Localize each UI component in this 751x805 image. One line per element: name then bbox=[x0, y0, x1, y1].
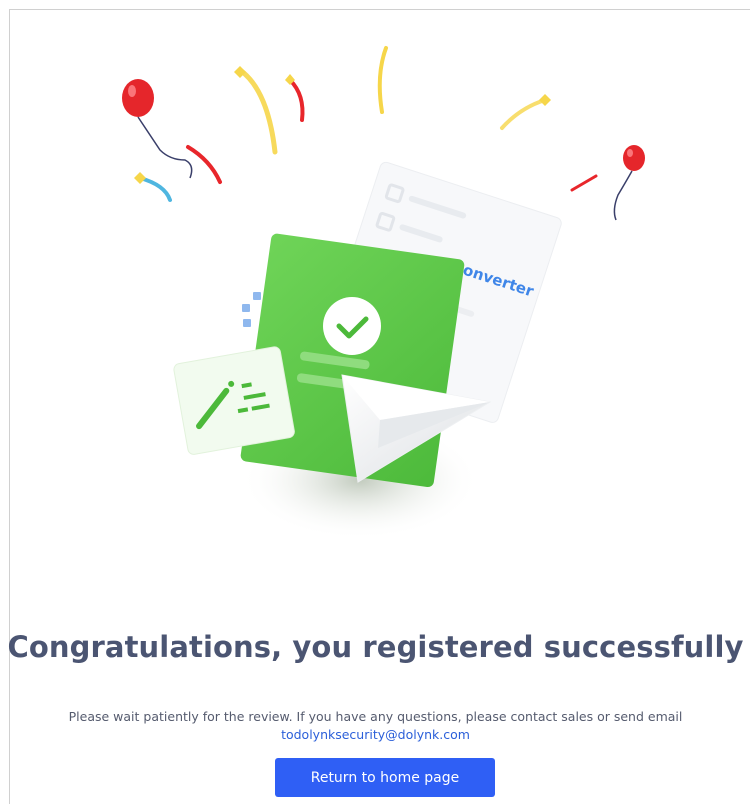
success-title: Congratulations, you registered successf… bbox=[7, 630, 744, 664]
pencil-card bbox=[173, 346, 295, 455]
balloon-icon-right bbox=[613, 145, 645, 221]
balloon-icon-left bbox=[122, 79, 193, 179]
review-description: Please wait patiently for the review. If… bbox=[68, 709, 683, 724]
confetti-icon bbox=[134, 46, 598, 202]
checkmark-icon bbox=[323, 297, 381, 355]
success-illustration: Converter bbox=[122, 46, 645, 540]
return-home-button[interactable]: Return to home page bbox=[275, 758, 495, 797]
review-message: Please wait patiently for the review. If… bbox=[0, 708, 751, 744]
contact-email-link[interactable]: todolynksecurity@dolynk.com bbox=[0, 726, 751, 744]
blue-dots bbox=[242, 292, 261, 327]
